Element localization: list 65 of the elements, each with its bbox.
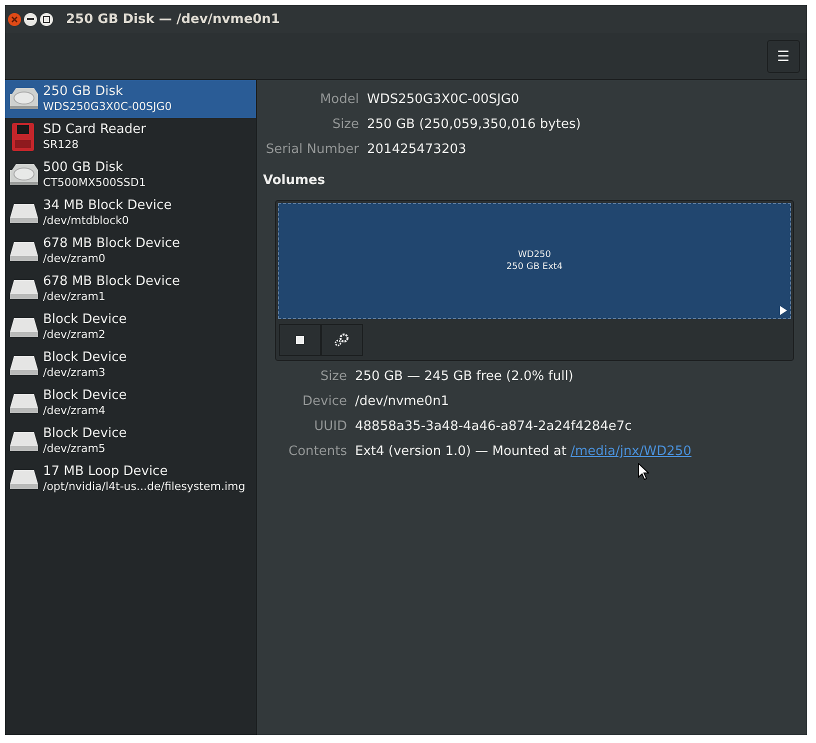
property-value: 201425473203 — [367, 141, 468, 159]
device-name: Block Device — [43, 426, 127, 442]
menu-button[interactable]: ☰ — [767, 40, 800, 72]
device-detail: /dev/zram4 — [43, 404, 106, 418]
device-detail: /dev/zram3 — [43, 366, 106, 380]
property-label: Contents — [288, 443, 347, 461]
device-detail: WDS250G3X0C-00SJG0 — [43, 100, 172, 114]
device-detail: SR128 — [43, 138, 80, 152]
mount-link[interactable]: /media/jnx/WD250 — [570, 444, 692, 459]
play-icon — [780, 306, 787, 315]
device-detail: /dev/zram0 — [43, 252, 106, 266]
device-item[interactable]: 678 MB Block Device /dev/zram1 — [5, 270, 256, 308]
close-icon — [11, 16, 18, 22]
property-value: Ext4 (version 1.0) — Mounted at /media/jnx/WD250 — [355, 443, 692, 461]
device-detail: /dev/zram2 — [43, 328, 106, 342]
partition-block[interactable]: WD250 250 GB Ext4 — [278, 203, 791, 319]
device-name: Block Device — [43, 350, 127, 366]
device-detail: /opt/nvidia/l4t-us...de/filesystem.img — [43, 480, 246, 494]
property-label: Model — [318, 91, 359, 109]
device-item[interactable]: 17 MB Loop Device /opt/nvidia/l4t-us...de/filesystem.img — [5, 460, 256, 498]
device-name: 34 MB Block Device — [43, 198, 172, 214]
device-name: Block Device — [43, 388, 127, 404]
device-item[interactable]: 500 GB Disk CT500MX500SSD1 — [5, 156, 256, 194]
device-item[interactable]: 250 GB Disk WDS250G3X0C-00SJG0 — [5, 80, 256, 118]
device-detail: /dev/zram1 — [43, 290, 106, 304]
settings-button[interactable] — [321, 324, 363, 356]
device-item[interactable]: SD Card Reader SR128 — [5, 118, 256, 156]
device-detail: CT500MX500SSD1 — [43, 176, 146, 190]
partition-description: 250 GB Ext4 — [506, 261, 563, 273]
property-value: 48858a35-3a48-4a46-a874-2a24f4284e7c — [355, 418, 633, 436]
property-label: Size — [331, 116, 359, 134]
device-name: 500 GB Disk — [43, 160, 124, 176]
minimize-button[interactable] — [24, 12, 37, 26]
window-title: 250 GB Disk — /dev/nvme0n1 — [66, 12, 280, 26]
stop-button[interactable] — [279, 324, 321, 356]
gear-icon — [334, 333, 350, 347]
property-value: 250 GB (250,059,350,016 bytes) — [367, 116, 581, 134]
device-item[interactable]: 34 MB Block Device /dev/mtdblock0 — [5, 194, 256, 232]
device-item[interactable]: Block Device /dev/zram5 — [5, 422, 256, 460]
device-name: 678 MB Block Device — [43, 274, 180, 290]
device-item[interactable]: Block Device /dev/zram4 — [5, 384, 256, 422]
property-label: Size — [319, 368, 347, 386]
property-label: UUID — [313, 418, 347, 436]
maximize-icon — [43, 16, 50, 22]
section-heading: Volumes — [263, 173, 326, 188]
cursor-icon — [638, 463, 649, 480]
property-label: Serial Number — [264, 141, 359, 159]
property-label: Device — [302, 393, 347, 411]
device-detail: /dev/zram5 — [43, 442, 106, 456]
device-name: 250 GB Disk — [43, 84, 124, 100]
minimize-icon — [27, 18, 34, 20]
device-name: Block Device — [43, 312, 127, 328]
property-value: /dev/nvme0n1 — [355, 393, 450, 411]
property-value: WDS250G3X0C-00SJG0 — [367, 91, 520, 109]
partition-name: WD250 — [518, 249, 551, 261]
device-name: SD Card Reader — [43, 122, 146, 138]
property-value: 250 GB — 245 GB free (2.0% full) — [355, 368, 574, 386]
device-name: 678 MB Block Device — [43, 236, 180, 252]
device-name: 17 MB Loop Device — [43, 464, 169, 480]
device-item[interactable]: Block Device /dev/zram2 — [5, 308, 256, 346]
stop-icon — [296, 336, 304, 344]
maximize-button[interactable] — [40, 12, 53, 26]
device-detail: /dev/mtdblock0 — [43, 214, 130, 228]
device-item[interactable]: 678 MB Block Device /dev/zram0 — [5, 232, 256, 270]
device-item[interactable]: Block Device /dev/zram3 — [5, 346, 256, 384]
